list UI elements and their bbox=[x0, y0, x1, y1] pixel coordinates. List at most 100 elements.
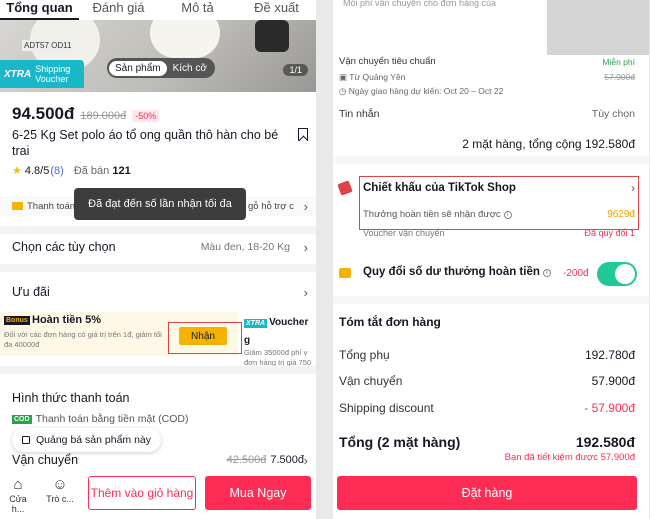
add-to-cart-button[interactable]: Thêm vào giỏ hàng bbox=[88, 476, 196, 510]
summary-label: Tổng phụ bbox=[339, 348, 390, 362]
claim-button[interactable]: Nhận bbox=[179, 327, 227, 345]
shop-label: Cửa h... bbox=[9, 494, 27, 514]
summary-label: Shipping discount bbox=[339, 401, 434, 415]
toast-message: Đã đạt đến số lần nhận tối đa bbox=[74, 188, 246, 220]
rating-value: 4.8 bbox=[24, 164, 41, 177]
chevron-right-icon: › bbox=[303, 239, 308, 255]
chat-button[interactable]: ☺ Trò c... bbox=[44, 476, 76, 504]
payment-row: Hình thức thanh toán bbox=[0, 388, 316, 408]
redeem-cashback-label: Quy đổi số dư thưởng hoàn tiền i bbox=[363, 266, 551, 278]
price-row: 94.500đ 189.000đ -50% bbox=[12, 104, 160, 124]
info-icon: i bbox=[503, 211, 512, 219]
summary-value: - 57.900đ bbox=[584, 401, 635, 415]
ship-from-text: Từ Quảng Yên bbox=[349, 72, 406, 82]
tiktok-shop-discount[interactable]: Chiết khấu của TikTok Shop bbox=[363, 182, 516, 194]
tab-description[interactable]: Mô tả bbox=[158, 0, 237, 20]
redeem-text: Quy đổi số dư thưởng hoàn tiền bbox=[363, 266, 540, 278]
shipping-price: 42.500đ 7.500đ bbox=[227, 454, 304, 466]
cod-text: Thanh toán bằng tiền mặt (COD) bbox=[35, 413, 189, 425]
bottom-action-bar: ⌂ Cửa h... ☺ Trò c... Thêm vào giỏ hàng … bbox=[0, 472, 316, 519]
info-icon: i bbox=[542, 269, 551, 277]
shipping-method[interactable]: Vận chuyển tiêu chuẩn bbox=[339, 56, 436, 67]
shipping-old-price: 42.500đ bbox=[226, 454, 267, 466]
xtra-voucher-card[interactable]: XTRA Voucher g Giảm 35000đ phí v đơn hàng… bbox=[244, 312, 316, 367]
free-shipping-label: Miễn phí bbox=[602, 57, 635, 67]
product-tabs: Tổng quan Đánh giá Mô tả Đề xuất bbox=[0, 0, 316, 20]
cashback-label-text: Thưởng hoàn tiền sẽ nhận được bbox=[363, 209, 501, 220]
segment-size[interactable]: Kích cỡ bbox=[167, 61, 213, 76]
tab-reviews[interactable]: Đánh giá bbox=[79, 0, 158, 20]
image-counter: 1/1 bbox=[283, 64, 308, 76]
claim-highlight-box: Nhận bbox=[168, 322, 242, 354]
xtra-label: XTRA bbox=[244, 319, 268, 328]
discount-badge: -50% bbox=[132, 110, 160, 122]
ship-old-price: 57.900đ bbox=[604, 72, 635, 82]
coin-icon bbox=[339, 268, 351, 278]
sold-label: Đã bán bbox=[73, 164, 110, 177]
divider bbox=[0, 226, 316, 234]
product-screen: Tổng quan Đánh giá Mô tả Đề xuất ADT57 O… bbox=[0, 0, 316, 519]
star-icon: ★ bbox=[12, 165, 22, 177]
toggle-knob bbox=[615, 264, 635, 284]
redacted-area bbox=[547, 0, 649, 55]
delivery-eta: ◷ Ngày giao hàng dự kiến: Oct 20 – Oct 2… bbox=[339, 86, 504, 96]
current-price: 94.500đ bbox=[12, 104, 75, 123]
summary-value: 192.780đ bbox=[584, 348, 635, 362]
shipping-voucher-label: Voucher vận chuyển bbox=[363, 228, 445, 238]
savings-note: Bạn đã tiết kiệm được 57.900đ bbox=[504, 452, 635, 463]
options-label: Chọn các tùy chọn bbox=[12, 240, 116, 254]
bonus-badge: Bonus bbox=[4, 316, 30, 325]
cashback-desc: Đối với các đơn hàng có giá trị trên 1đ,… bbox=[4, 330, 162, 349]
summary-label: Vận chuyển bbox=[339, 374, 403, 388]
promote-label: Quảng bá sản phẩm này bbox=[36, 434, 151, 446]
payment-label: Hình thức thanh toán bbox=[12, 391, 130, 405]
product-tag: ADT57 OD11 bbox=[22, 40, 74, 51]
offers-row[interactable]: Ưu đãi › bbox=[0, 280, 316, 304]
shipping-strip-left: Thanh toán bbox=[27, 200, 76, 212]
offers-carousel: Bonus Hoàn tiền 5% Đối với các đơn hàng … bbox=[0, 312, 316, 367]
shipping-strip-right: gỗ hỗ trợ c bbox=[248, 200, 294, 212]
tab-recommend[interactable]: Đề xuất bbox=[237, 0, 316, 20]
divider bbox=[0, 264, 316, 272]
place-order-button[interactable]: Đặt hàng bbox=[337, 476, 637, 510]
cashback-label: Thưởng hoàn tiền sẽ nhận được i bbox=[363, 209, 512, 220]
promote-product-pill[interactable]: Quảng bá sản phẩm này bbox=[12, 428, 161, 452]
chat-icon: ☺ bbox=[52, 476, 68, 493]
rating-count-link[interactable]: (8) bbox=[50, 165, 63, 177]
sold-number: 121 bbox=[112, 164, 131, 177]
chat-label: Trò c... bbox=[46, 494, 74, 504]
items-total: 2 mặt hàng, tổng cộng 192.580đ bbox=[462, 137, 635, 151]
voucher-desc-1: Giảm 35000đ phí v bbox=[244, 348, 308, 357]
buy-now-button[interactable]: Mua Ngay bbox=[205, 476, 311, 510]
message-option[interactable]: Tùy chọn bbox=[592, 108, 635, 120]
segment-product[interactable]: Sản phẩm bbox=[109, 60, 167, 76]
cod-badge: COD bbox=[12, 414, 32, 424]
tab-overview[interactable]: Tổng quan bbox=[0, 0, 79, 20]
message-label: Tin nhắn bbox=[339, 108, 380, 120]
shipping-row[interactable]: Vận chuyển 42.500đ 7.500đ › bbox=[0, 450, 316, 470]
sold-count: Đã bán 121 bbox=[74, 165, 131, 177]
bookmark-icon[interactable] bbox=[298, 128, 308, 141]
rating-row: ★ 4.8 /5 (8) Đã bán 121 bbox=[12, 164, 131, 178]
shop-icon: ⌂ bbox=[13, 476, 23, 493]
redeem-toggle[interactable] bbox=[597, 262, 637, 286]
shop-button[interactable]: ⌂ Cửa h... bbox=[2, 476, 34, 514]
product-photo-pants bbox=[255, 20, 289, 52]
rating-suffix: /5 bbox=[40, 164, 50, 177]
ship-from: ▣ Từ Quảng Yên bbox=[339, 72, 406, 82]
cod-row: COD Thanh toán bằng tiền mặt (COD) bbox=[0, 410, 316, 428]
options-row[interactable]: Chọn các tùy chọn Màu đen, 18-20 Kg › bbox=[0, 234, 316, 260]
image-segment-control: Sản phẩm Kích cỡ bbox=[107, 58, 215, 78]
summary-title: Tóm tắt đơn hàng bbox=[339, 315, 441, 329]
chevron-right-icon: › bbox=[303, 284, 308, 300]
shipping-new-price: 7.500đ bbox=[270, 454, 304, 466]
card-icon bbox=[12, 202, 23, 210]
divider bbox=[0, 366, 316, 374]
voucher-badge-text: Shipping Voucher bbox=[35, 64, 71, 84]
original-price: 189.000đ bbox=[80, 110, 127, 122]
product-image[interactable]: ADT57 OD11 XTRA Shipping Voucher Sản phẩ… bbox=[0, 20, 316, 92]
shipping-voucher-value[interactable]: Đã quy đổi 1 bbox=[584, 228, 635, 238]
chevron-right-icon: › bbox=[303, 198, 308, 214]
grand-total-value: 192.580đ bbox=[575, 434, 635, 450]
checkout-screen: Mỗi phí vận chuyển cho đơn hàng của Vận … bbox=[333, 0, 649, 519]
